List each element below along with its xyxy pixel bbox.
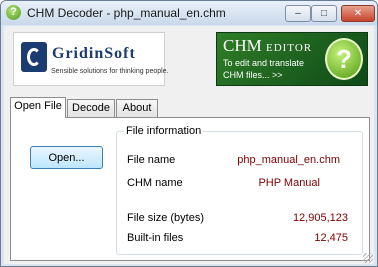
title-bar[interactable]: ? CHM Decoder - php_manual_en.chm – □ ✕ — [1, 1, 377, 25]
file-name-value: php_manual_en.chm — [237, 154, 340, 166]
tab-open-file[interactable]: Open File — [10, 97, 66, 118]
gridinsoft-name: GridinSoft — [52, 45, 136, 62]
chm-name-label: CHM name — [127, 177, 183, 189]
help-badge-icon: ? — [325, 38, 363, 80]
tab-decode[interactable]: Decode — [67, 99, 115, 117]
chm-editor-banner[interactable]: CHM EDITOR To edit and translate CHM fil… — [216, 32, 368, 86]
builtin-files-label: Built-in files — [127, 232, 184, 244]
file-size-label: File size (bytes) — [127, 212, 205, 224]
chm-editor-line2: CHM files... >> — [223, 70, 283, 80]
file-information-legend: File information — [124, 125, 204, 137]
gridinsoft-tagline: Sensible solutions for thinking people. — [51, 68, 169, 75]
tab-strip: Open File Decode About — [10, 97, 370, 118]
builtin-files-value: 12,475 — [314, 232, 348, 244]
gridinsoft-logo-icon — [21, 42, 47, 72]
chm-editor-title: CHM EDITOR — [223, 36, 313, 55]
file-information-group: File information File name php_manual_en… — [116, 125, 363, 255]
close-button[interactable]: ✕ — [341, 5, 375, 22]
gridinsoft-banner[interactable]: GridinSoft Sensible solutions for thinki… — [13, 32, 169, 86]
file-size-value: 12,905,123 — [292, 212, 348, 224]
chm-name-value: PHP Manual — [258, 177, 320, 189]
chm-editor-line1: To edit and translate — [223, 58, 305, 68]
tab-about[interactable]: About — [116, 99, 158, 117]
question-icon[interactable]: ? — [6, 5, 21, 20]
maximize-button[interactable]: □ — [311, 5, 337, 22]
window-title: CHM Decoder - php_manual_en.chm — [27, 6, 226, 20]
open-file-panel: Open... File information File name php_m… — [10, 117, 370, 261]
open-button[interactable]: Open... — [30, 146, 103, 169]
file-name-label: File name — [127, 154, 176, 166]
client-area: GridinSoft Sensible solutions for thinki… — [4, 26, 374, 264]
minimize-button[interactable]: – — [285, 5, 311, 22]
app-window: ? CHM Decoder - php_manual_en.chm – □ ✕ … — [0, 0, 378, 267]
resize-grip[interactable] — [363, 253, 373, 263]
